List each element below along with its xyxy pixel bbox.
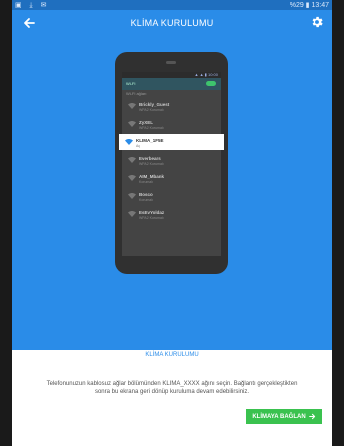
network-security: Aç xyxy=(136,144,141,148)
arrow-right-icon xyxy=(308,413,315,420)
screen: ▣ ⤓ ✉ %29 ▮ 13:47 KLİMA KURULUMU ▲ ▲ ▮ 1… xyxy=(12,0,332,446)
network-item-highlight-wrap: KLIMA_1F5E Aç xyxy=(119,134,224,152)
status-info: %29 ▮ 13:47 xyxy=(289,2,329,9)
section-title: KLİMA KURULUMU xyxy=(145,352,199,358)
network-item: Bosco Korumalı xyxy=(122,188,221,206)
network-item-highlighted: KLIMA_1F5E Aç xyxy=(119,134,224,150)
gear-icon[interactable] xyxy=(310,15,324,29)
network-item: Brickly_Guest WPA2 Korumalı xyxy=(122,98,221,116)
network-item: AIM_Mbank Korumalı xyxy=(122,170,221,188)
wifi-icon xyxy=(128,157,136,163)
wifi-icon xyxy=(128,103,136,109)
network-name: AIM_Mbank xyxy=(139,174,165,179)
network-name: ZyXEL xyxy=(139,120,154,125)
networks-subheader: Wi-Fi ağları xyxy=(126,91,147,96)
wifi-toggle xyxy=(206,81,216,86)
wifi-icon xyxy=(128,211,136,217)
wifi-icon xyxy=(128,193,136,199)
wifi-icon xyxy=(128,121,136,127)
phone-screen: ▲ ▲ ▮ 10:00 Wi-Fi Wi-Fi ağları Brickly_G… xyxy=(119,72,224,256)
network-name: Everbears xyxy=(139,156,161,161)
page-title: KLİMA KURULUMU xyxy=(130,18,214,28)
network-name: Brickly_Guest xyxy=(139,102,170,107)
network-security: Korumalı xyxy=(139,180,154,184)
status-icons: ▣ ⤓ ✉ xyxy=(15,2,50,9)
phone-speaker xyxy=(166,61,176,64)
wifi-icon xyxy=(128,175,136,181)
status-bar: ▣ ⤓ ✉ %29 ▮ 13:47 xyxy=(12,0,332,10)
network-item: ZyXEL WPA2 Korumalı xyxy=(122,116,221,134)
phone-illustration: ▲ ▲ ▮ 10:00 Wi-Fi Wi-Fi ağları Brickly_G… xyxy=(115,52,228,274)
connect-button[interactable]: KLİMAYA BAĞLAN xyxy=(246,409,322,424)
network-name: Bosco xyxy=(139,192,153,197)
wifi-header: Wi-Fi xyxy=(122,78,221,90)
wifi-icon xyxy=(125,139,133,145)
network-item: EsEvYoldaz WPA2 Korumalı xyxy=(122,206,221,224)
network-name: KLIMA_1F5E xyxy=(136,138,164,143)
instruction-panel: KLİMA KURULUMU Telefonunuzun kablosuz ağ… xyxy=(12,350,332,446)
instruction-text: Telefonunuzun kablosuz ağlar bölümünden … xyxy=(46,381,298,395)
network-security: WPA2 Korumalı xyxy=(139,216,164,220)
network-name: EsEvYoldaz xyxy=(139,210,165,215)
network-item: Everbears WPA2 Korumalı xyxy=(122,152,221,170)
network-security: Korumalı xyxy=(139,198,154,202)
setup-hero: KLİMA KURULUMU ▲ ▲ ▮ 10:00 Wi-Fi Wi-Fi a… xyxy=(12,10,332,350)
connect-button-label: KLİMAYA BAĞLAN xyxy=(252,413,306,420)
network-security: WPA2 Korumalı xyxy=(139,108,164,112)
network-security: WPA2 Korumalı xyxy=(139,126,164,130)
network-security: WPA2 Korumalı xyxy=(139,162,164,166)
wifi-header-label: Wi-Fi xyxy=(126,81,136,86)
device-frame: ▣ ⤓ ✉ %29 ▮ 13:47 KLİMA KURULUMU ▲ ▲ ▮ 1… xyxy=(0,0,344,446)
